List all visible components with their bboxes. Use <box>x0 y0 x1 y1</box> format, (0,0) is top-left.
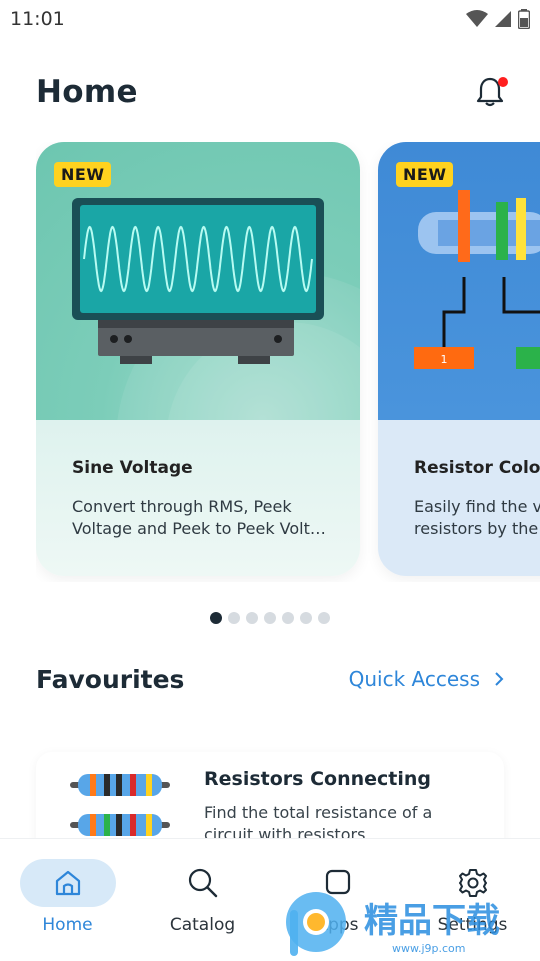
pagination-dot[interactable] <box>264 612 276 624</box>
nav-catalog-label: Catalog <box>169 915 236 935</box>
status-bar: 11:01 <box>0 0 540 38</box>
card-title: Resistor Color <box>414 458 540 478</box>
card-text-panel: Sine Voltage Convert through RMS, Peek V… <box>36 420 360 576</box>
pagination-dot[interactable] <box>282 612 294 624</box>
nav-settings-pill <box>425 859 521 907</box>
card-text-panel: Resistor Color Easily find the v resisto… <box>378 420 540 576</box>
nav-apps-pill <box>290 859 386 907</box>
feature-carousel[interactable]: NEW Sine Voltage Convert through RMS, Pe… <box>36 142 540 582</box>
status-time: 11:01 <box>10 8 65 30</box>
pagination-dot[interactable] <box>318 612 330 624</box>
quick-access-link[interactable]: Quick Access <box>349 667 504 691</box>
notification-dot <box>498 77 508 87</box>
battery-icon <box>518 9 530 29</box>
pagination-dot[interactable] <box>228 612 240 624</box>
nav-settings-label: Settings <box>437 915 508 935</box>
gear-icon <box>458 869 487 897</box>
carousel-card-resistor-color[interactable]: 1 NEW Resistor Color Easily find the v r… <box>378 142 540 576</box>
nav-home-pill <box>19 859 116 907</box>
resistor-pin-label: 1 <box>441 353 448 366</box>
notifications-button[interactable] <box>470 72 510 112</box>
pagination-dot[interactable] <box>246 612 258 624</box>
favourites-title: Favourites <box>36 664 185 694</box>
nav-catalog[interactable]: Catalog <box>135 839 270 961</box>
resistors-icon <box>70 774 170 836</box>
nav-apps[interactable]: Apps <box>270 839 405 961</box>
status-icons <box>466 9 530 29</box>
new-badge: NEW <box>54 162 112 187</box>
apps-icon <box>325 869 350 895</box>
bottom-navigation: Home Catalog Apps Settings <box>0 838 540 960</box>
favourite-item-title: Resistors Connecting <box>204 768 431 790</box>
home-icon <box>55 870 80 896</box>
pagination-dot[interactable] <box>210 612 222 624</box>
pagination-dot[interactable] <box>300 612 312 624</box>
header: Home <box>36 70 510 114</box>
nav-settings[interactable]: Settings <box>405 839 540 961</box>
quick-access-label: Quick Access <box>348 667 480 691</box>
carousel-card-sine-voltage[interactable]: NEW Sine Voltage Convert through RMS, Pe… <box>36 142 360 576</box>
wifi-icon <box>466 10 488 27</box>
signal-icon <box>495 11 511 27</box>
carousel-pagination <box>210 612 330 624</box>
card-description: Easily find the v resistors by the <box>414 497 540 538</box>
card-description: Convert through RMS, Peek Voltage and Pe… <box>72 497 326 538</box>
favourites-header: Favourites Quick Access <box>36 662 504 696</box>
nav-catalog-pill <box>155 859 251 907</box>
chevron-right-icon <box>495 672 504 686</box>
nav-apps-label: Apps <box>316 915 359 935</box>
card-title: Sine Voltage <box>72 458 193 478</box>
nav-home-label: Home <box>42 915 93 935</box>
page-title: Home <box>36 74 138 110</box>
search-icon <box>188 868 217 898</box>
new-badge: NEW <box>396 162 454 187</box>
nav-home[interactable]: Home <box>0 839 135 961</box>
